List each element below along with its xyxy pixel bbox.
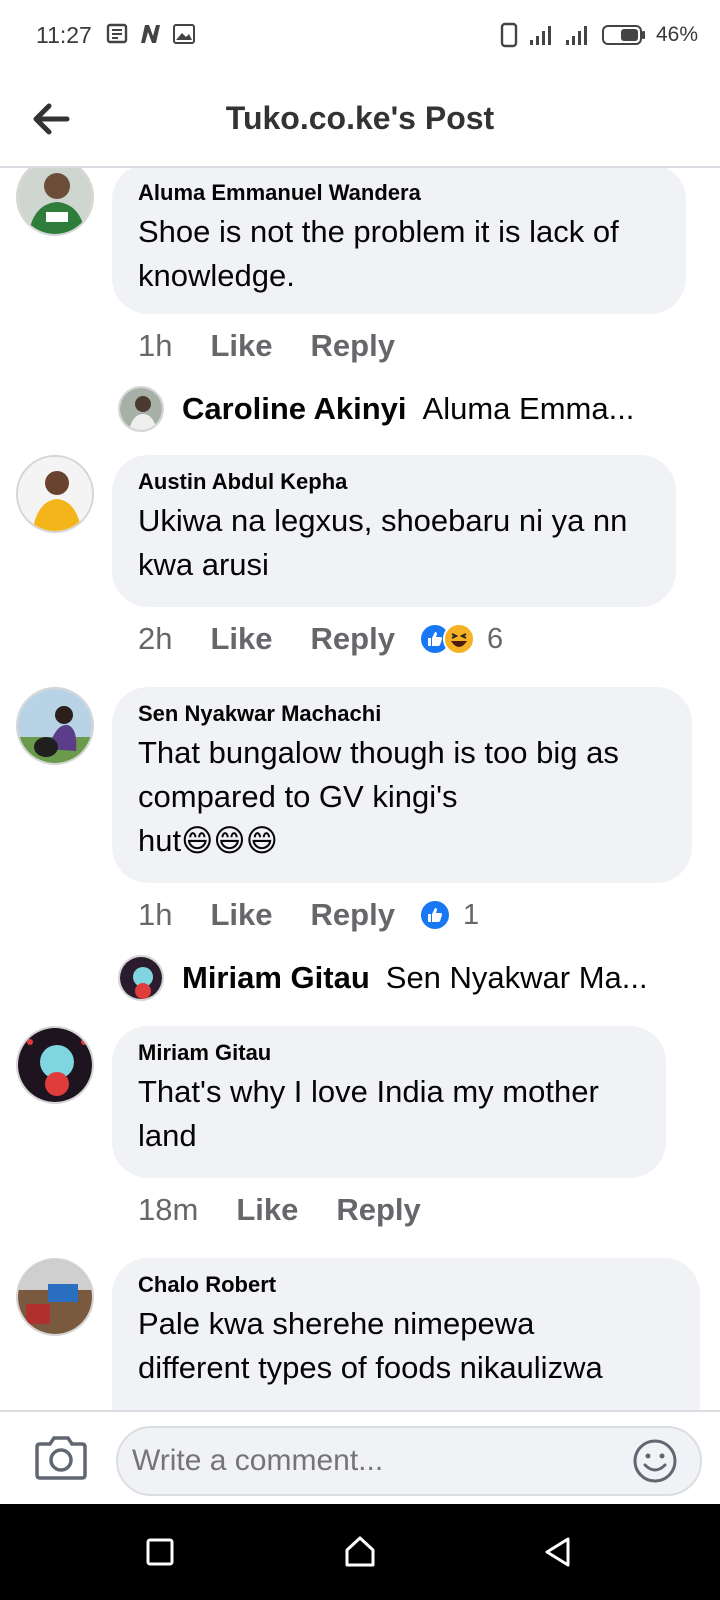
reactions[interactable]: 1 xyxy=(418,898,480,932)
smiley-icon xyxy=(633,1439,677,1483)
signal-icon xyxy=(529,26,551,45)
comment-actions: 1h Like Reply xyxy=(138,328,433,364)
reply-snippet: Aluma Emma... xyxy=(422,391,635,426)
comment-composer xyxy=(0,1410,720,1504)
like-reaction-icon xyxy=(418,899,451,931)
comment-actions: 18m Like Reply xyxy=(138,1192,459,1228)
avatar[interactable] xyxy=(16,1258,94,1336)
comment-time: 18m xyxy=(138,1192,199,1227)
comment-actions: 2h Like Reply 6 xyxy=(138,621,503,657)
like-button[interactable]: Like xyxy=(236,1192,298,1228)
reply-button[interactable]: Reply xyxy=(311,621,395,657)
comment-bubble[interactable]: Aluma Emmanuel Wandera Shoe is not the p… xyxy=(112,168,686,314)
comment-author[interactable]: Sen Nyakwar Machachi xyxy=(138,701,666,727)
comment-author[interactable]: Chalo Robert xyxy=(138,1272,674,1298)
avatar[interactable] xyxy=(16,455,94,533)
like-button[interactable]: Like xyxy=(210,621,272,657)
reply-button[interactable]: Reply xyxy=(311,328,395,364)
comment-actions: 1h Like Reply 1 xyxy=(138,897,479,933)
news-notification-icon xyxy=(106,23,128,44)
post-header: Tuko.co.ke's Post xyxy=(0,72,720,168)
haha-reaction-icon xyxy=(442,623,475,655)
comment-text: That bungalow though is too big as xyxy=(138,735,619,770)
comment-text: knowledge. xyxy=(138,258,295,293)
n-app-notification-icon xyxy=(141,25,160,43)
comment-text: different types of foods nikaulizwa xyxy=(138,1350,603,1385)
triangle-back-icon xyxy=(545,1537,570,1567)
comment-time: 1h xyxy=(138,328,173,363)
notification-icons xyxy=(106,22,196,46)
comment-text: Ukiwa na legxus, shoebaru ni ya nn xyxy=(138,503,628,538)
status-time: 11:27 xyxy=(36,22,92,48)
comment-author[interactable]: Miriam Gitau xyxy=(138,1040,640,1066)
square-recents-icon xyxy=(146,1538,174,1566)
reactions[interactable]: 6 xyxy=(418,622,504,656)
signal-icon-2 xyxy=(565,26,587,45)
status-bar: 11:27 46% xyxy=(0,0,720,72)
reply-preview[interactable]: Caroline Akinyi Aluma Emma... xyxy=(118,386,634,432)
reply-author[interactable]: Miriam Gitau xyxy=(182,960,370,996)
comment-input[interactable] xyxy=(116,1426,702,1496)
comment-time: 2h xyxy=(138,621,173,656)
reaction-count: 1 xyxy=(462,898,480,931)
like-button[interactable]: Like xyxy=(210,897,272,933)
battery-icon xyxy=(601,25,645,45)
emoji-button[interactable] xyxy=(632,1438,678,1484)
comment-bubble[interactable]: Austin Abdul Kepha Ukiwa na legxus, shoe… xyxy=(112,455,676,607)
comment-time: 1h xyxy=(138,897,173,932)
home-icon xyxy=(345,1536,375,1567)
comment-text: kwa arusi xyxy=(138,547,269,582)
reply-button[interactable]: Reply xyxy=(336,1192,420,1228)
reply-preview[interactable]: Miriam Gitau Sen Nyakwar Ma... xyxy=(118,955,648,1001)
comment-bubble[interactable]: Sen Nyakwar Machachi That bungalow thoug… xyxy=(112,687,692,883)
comments-list: Aluma Emmanuel Wandera Shoe is not the p… xyxy=(0,168,720,1410)
comment-text: land xyxy=(138,1118,197,1153)
comment-text: compared to GV kingi's xyxy=(138,779,458,814)
comment-text: Shoe is not the problem it is lack of xyxy=(138,214,619,249)
avatar[interactable] xyxy=(16,168,94,236)
comment-text: hut😄😄😄 xyxy=(138,823,279,858)
page-title: Tuko.co.ke's Post xyxy=(225,100,495,136)
reaction-count: 6 xyxy=(486,622,504,655)
back-nav-button[interactable] xyxy=(540,1534,576,1570)
reply-author[interactable]: Caroline Akinyi xyxy=(182,391,407,427)
avatar[interactable] xyxy=(16,687,94,765)
camera-button[interactable] xyxy=(34,1432,88,1482)
system-icons: 46% xyxy=(500,22,698,48)
avatar[interactable] xyxy=(118,955,164,1001)
comment-text: That's why I love India my mother xyxy=(138,1074,599,1109)
system-nav-bar xyxy=(0,1504,720,1600)
reply-button[interactable]: Reply xyxy=(311,897,395,933)
like-button[interactable]: Like xyxy=(210,328,272,364)
image-notification-icon xyxy=(173,24,195,44)
home-button[interactable] xyxy=(342,1534,378,1570)
battery-percent: 46% xyxy=(655,23,698,46)
comment-author[interactable]: Aluma Emmanuel Wandera xyxy=(138,180,660,206)
reply-snippet: Sen Nyakwar Ma... xyxy=(385,960,648,995)
recents-button[interactable] xyxy=(142,1534,178,1570)
avatar[interactable] xyxy=(16,1026,94,1104)
camera-icon xyxy=(35,1436,87,1480)
comment-bubble[interactable]: Miriam Gitau That's why I love India my … xyxy=(112,1026,666,1178)
comment-bubble[interactable]: Chalo Robert Pale kwa sherehe nimepewa d… xyxy=(112,1258,700,1410)
vibrate-icon xyxy=(500,22,518,48)
comment-author[interactable]: Austin Abdul Kepha xyxy=(138,469,650,495)
avatar[interactable] xyxy=(118,386,164,432)
comment-text: Pale kwa sherehe nimepewa xyxy=(138,1306,535,1341)
